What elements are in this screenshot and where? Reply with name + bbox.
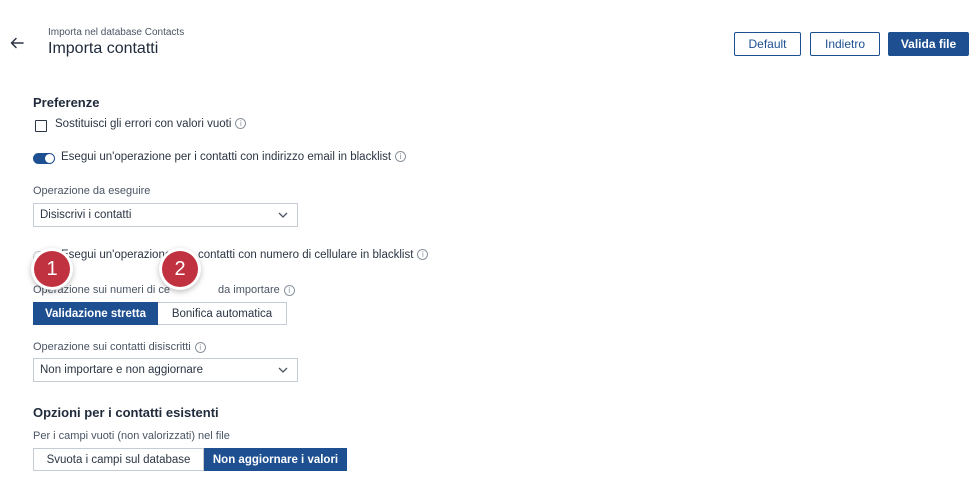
unsubscribed-select-value: Non importare e non aggiornare	[40, 364, 204, 376]
callout-marker-2: 2	[162, 251, 198, 287]
breadcrumb: Importa nel database Contacts	[48, 27, 185, 38]
mobile-blacklist-label-part1: Esegui un'operazione	[61, 249, 172, 261]
replace-errors-label: Sostituisci gli errori con valori vuoti	[55, 118, 232, 130]
page-title: Importa contatti	[48, 40, 159, 57]
replace-errors-checkbox[interactable]	[35, 120, 47, 132]
info-icon[interactable]: i	[194, 341, 206, 353]
email-blacklist-label: Esegui un'operazione per i contatti con …	[61, 151, 392, 163]
email-blacklist-toggle[interactable]	[33, 153, 55, 164]
info-icon[interactable]: i	[283, 284, 295, 296]
chevron-down-icon	[278, 212, 288, 218]
strict-validation-button[interactable]: Validazione stretta	[33, 302, 158, 325]
unsubscribed-label: Operazione sui contatti disiscritti	[33, 341, 191, 353]
empty-fields-label: Per i campi vuoti (non valorizzati) nel …	[33, 430, 230, 442]
operation-select[interactable]: Disiscrivi i contatti	[33, 203, 298, 227]
do-not-update-button[interactable]: Non aggiornare i valori	[204, 448, 347, 471]
auto-cleanup-button[interactable]: Bonifica automatica	[158, 302, 287, 325]
arrow-left-icon[interactable]	[8, 34, 26, 52]
info-icon[interactable]: i	[417, 249, 429, 261]
default-button[interactable]: Default	[734, 32, 801, 56]
preferences-title: Preferenze	[33, 95, 100, 110]
replace-errors-row: Sostituisci gli errori con valori vuoti i	[55, 118, 247, 130]
mobile-blacklist-row-part1: Esegui un'operazione	[61, 249, 171, 261]
email-blacklist-row: Esegui un'operazione per i contatti con …	[61, 151, 407, 163]
existing-contacts-title: Opzioni per i contatti esistenti	[33, 405, 219, 420]
mobile-blacklist-row-part2: contatti con numero di cellulare in blac…	[198, 249, 429, 261]
operation-select-value: Disiscrivi i contatti	[40, 209, 132, 221]
unsubscribed-select[interactable]: Non importare e non aggiornare	[33, 358, 298, 382]
info-icon[interactable]: i	[395, 151, 407, 163]
mobile-blacklist-label-part2: contatti con numero di cellulare in blac…	[198, 249, 414, 261]
mobile-validation-segmented: Validazione stretta Bonifica automatica	[33, 302, 287, 325]
operation-label: Operazione da eseguire	[33, 185, 151, 197]
validate-file-button[interactable]: Valida file	[888, 32, 969, 56]
toggle-knob	[45, 154, 54, 163]
chevron-down-icon	[278, 367, 288, 373]
info-icon[interactable]: i	[235, 118, 247, 130]
callout-marker-1: 1	[34, 251, 70, 287]
clear-db-fields-button[interactable]: Svuota i campi sul database	[33, 448, 204, 471]
unsubscribed-row: Operazione sui contatti disiscritti i	[33, 341, 206, 353]
mobile-import-label-part2-row: da importare i	[218, 284, 295, 296]
mobile-import-label-part2: da importare	[218, 284, 280, 296]
empty-fields-segmented: Svuota i campi sul database Non aggiorna…	[33, 448, 347, 471]
back-button[interactable]: Indietro	[810, 32, 880, 56]
